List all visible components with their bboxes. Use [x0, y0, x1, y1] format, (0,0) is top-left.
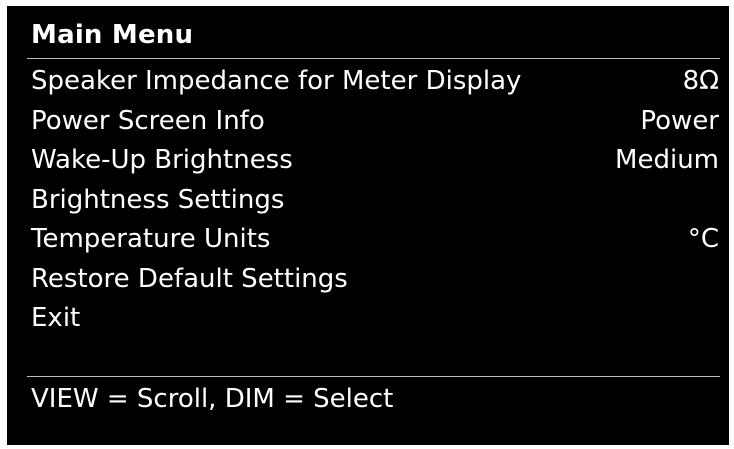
- menu-item-wake-up-brightness[interactable]: Wake-Up Brightness Medium: [31, 141, 719, 181]
- menu-item-label: Wake-Up Brightness: [31, 145, 293, 175]
- footer-divider: [27, 376, 720, 377]
- menu-item-temperature-units[interactable]: Temperature Units °C: [31, 220, 719, 260]
- menu-item-label: Restore Default Settings: [31, 263, 348, 294]
- menu-item-power-screen-info[interactable]: Power Screen Info Power: [31, 102, 719, 142]
- menu-title: Main Menu: [31, 20, 194, 50]
- menu-item-exit[interactable]: Exit: [31, 299, 719, 339]
- footer-hint: VIEW = Scroll, DIM = Select: [31, 384, 394, 414]
- menu-item-brightness-settings[interactable]: Brightness Settings: [31, 181, 719, 221]
- menu-item-label: Exit: [31, 303, 81, 333]
- menu-item-value: Medium: [615, 145, 719, 175]
- menu-item-label: Speaker Impedance for Meter Display: [31, 66, 522, 96]
- menu-item-value: 8Ω: [682, 66, 719, 96]
- menu-item-label: Power Screen Info: [31, 105, 265, 136]
- menu-item-speaker-impedance[interactable]: Speaker Impedance for Meter Display 8Ω: [31, 62, 719, 102]
- menu-item-label: Brightness Settings: [31, 184, 285, 215]
- menu-screen: Main Menu Speaker Impedance for Meter Di…: [7, 6, 729, 445]
- menu-list: Speaker Impedance for Meter Display 8Ω P…: [31, 62, 719, 339]
- title-divider: [27, 58, 720, 59]
- menu-item-label: Temperature Units: [31, 224, 271, 254]
- menu-item-value: °C: [687, 224, 719, 254]
- menu-item-restore-defaults[interactable]: Restore Default Settings: [31, 260, 719, 300]
- menu-item-value: Power: [640, 105, 719, 136]
